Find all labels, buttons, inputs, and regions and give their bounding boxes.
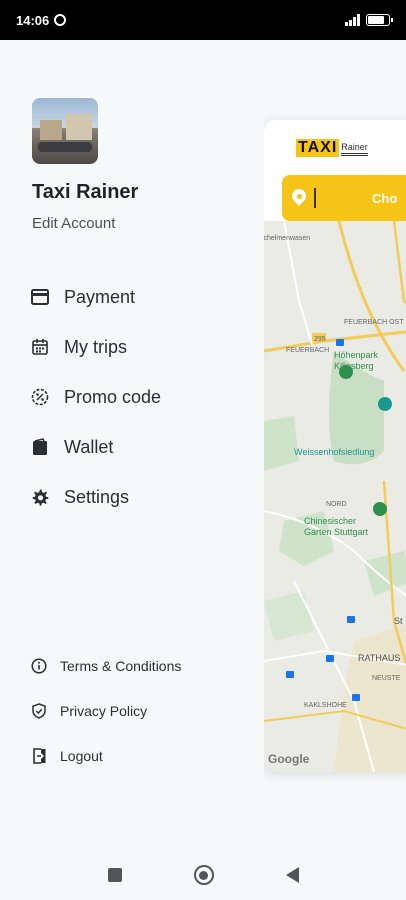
back-button[interactable] bbox=[285, 867, 299, 883]
user-name: Taxi Rainer bbox=[32, 181, 139, 203]
signal-icon bbox=[345, 14, 360, 26]
location-pin-icon bbox=[289, 186, 309, 207]
divider bbox=[314, 188, 316, 208]
menu-item-label: My trips bbox=[64, 336, 127, 357]
app-header: TAXI Rainer bbox=[264, 120, 406, 176]
wallet-icon bbox=[30, 437, 50, 457]
footer-item-privacy[interactable]: Privacy Policy bbox=[30, 688, 250, 733]
map-label-place: Weissenhofsiedlung bbox=[294, 447, 375, 457]
footer-item-terms[interactable]: Terms & Conditions bbox=[30, 643, 250, 688]
home-button[interactable] bbox=[193, 865, 214, 885]
map-label-road: 295 bbox=[314, 336, 326, 343]
promo-badge-icon bbox=[30, 387, 50, 407]
battery-icon bbox=[366, 14, 393, 26]
menu-item-wallet[interactable]: Wallet bbox=[30, 422, 250, 472]
map-label-district: RATHAUS bbox=[358, 653, 401, 663]
logo-rainer: Rainer bbox=[341, 141, 368, 156]
menu-item-my-trips[interactable]: My trips bbox=[30, 322, 250, 372]
footer-item-label: Terms & Conditions bbox=[60, 657, 182, 674]
navigation-drawer: Taxi Rainer Edit Account Payment My trip… bbox=[0, 40, 264, 850]
map-label-park: Chinesischer Garten Stuttgart bbox=[304, 516, 369, 537]
status-icons bbox=[345, 14, 393, 26]
menu-item-settings[interactable]: Settings bbox=[30, 472, 250, 522]
avatar[interactable] bbox=[32, 98, 98, 164]
info-icon bbox=[30, 657, 48, 675]
menu-item-label: Wallet bbox=[64, 436, 114, 457]
map-label-district: schelmenwasen bbox=[264, 235, 311, 242]
alarm-icon bbox=[54, 14, 67, 26]
status-bar: 14:06 bbox=[0, 0, 406, 40]
map-label-small: NEUSTE bbox=[372, 675, 401, 682]
destination-search-bar[interactable]: Cho bbox=[282, 175, 406, 221]
card-icon bbox=[30, 287, 50, 307]
map-label-district: FEUERBACH OST bbox=[344, 319, 404, 326]
menu-item-label: Promo code bbox=[64, 386, 162, 407]
footer-item-label: Privacy Policy bbox=[60, 702, 148, 719]
map-graphic bbox=[264, 221, 406, 772]
map-label-park: Höhenpark Killesberg bbox=[334, 350, 379, 371]
map-label-district: NORD bbox=[326, 501, 347, 508]
gear-icon bbox=[30, 487, 50, 507]
calendar-icon bbox=[30, 337, 50, 357]
map[interactable]: schelmenwasen FEUERBACH OST FEUERBACH 29… bbox=[264, 221, 406, 772]
footer-item-logout[interactable]: Logout bbox=[30, 733, 250, 778]
map-label-city: St bbox=[394, 616, 403, 626]
menu-item-payment[interactable]: Payment bbox=[30, 272, 250, 322]
edit-account-link[interactable]: Edit Account bbox=[32, 215, 115, 232]
map-label-street: FEUERBACH bbox=[286, 347, 330, 354]
shield-check-icon bbox=[30, 702, 48, 720]
menu-item-promo-code[interactable]: Promo code bbox=[30, 372, 250, 422]
drawer-menu: Payment My trips Promo code Wallet Setti… bbox=[30, 272, 250, 522]
system-navigation-bar bbox=[0, 850, 406, 900]
logo-taxi: TAXI bbox=[296, 139, 340, 157]
status-time: 14:06 bbox=[16, 12, 50, 28]
logout-icon bbox=[30, 747, 48, 765]
drawer-footer-menu: Terms & Conditions Privacy Policy Logout bbox=[30, 643, 250, 778]
search-text: Cho bbox=[372, 190, 398, 206]
footer-item-label: Logout bbox=[60, 747, 103, 764]
map-label-small: KAKLSHOHE bbox=[304, 702, 347, 709]
home-screen-preview[interactable]: TAXI Rainer Cho schelmenwasen FEUERBACH … bbox=[264, 120, 406, 772]
menu-item-label: Payment bbox=[64, 286, 136, 307]
recent-apps-button[interactable] bbox=[107, 868, 122, 882]
menu-item-label: Settings bbox=[64, 486, 130, 507]
google-attribution: Google bbox=[268, 752, 310, 766]
